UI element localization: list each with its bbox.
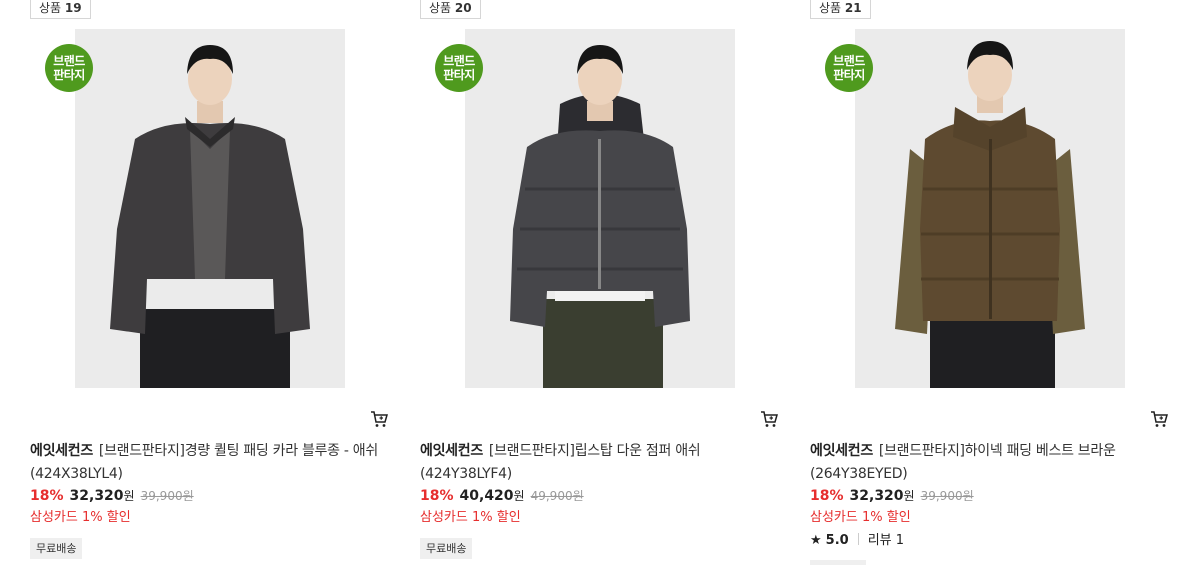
product-image[interactable] [75,29,345,388]
free-shipping-badge: 무료배송 [420,538,473,559]
star-icon: ★ [810,533,822,548]
original-currency: 원 [182,489,194,503]
original-price: 39,900 [140,489,183,503]
product-image[interactable] [465,29,735,388]
add-to-cart-button[interactable] [370,410,388,428]
discount-rate: 18% [420,488,454,504]
cart-icon [761,411,778,427]
card-promo: 삼성카드 1% 할인 [810,510,911,525]
product-title[interactable]: 에잇세컨즈 [브랜드판타지]경량 퀼팅 패딩 카라 블루종 - 애쉬 (424X3… [30,440,390,486]
sale-price: 40,420 [459,488,514,504]
original-currency: 원 [572,489,584,503]
currency: 원 [123,489,135,503]
rank-badge: 상품 19 [30,0,91,19]
free-shipping-badge: 무료배송 [30,538,83,559]
model-photo [465,29,735,388]
divider [857,533,859,545]
brand-name: 에잇세컨즈 [810,443,873,459]
product-title[interactable]: 에잇세컨즈 [브랜드판타지]립스탑 다운 점퍼 애쉬 (424Y38LYF4) [420,440,780,486]
discount-rate: 18% [810,488,844,504]
currency: 원 [903,489,915,503]
original-currency: 원 [962,489,974,503]
add-to-cart-button[interactable] [760,410,778,428]
add-to-cart-button[interactable] [1150,410,1168,428]
brand-fantasy-badge: 브랜드 판타지 [435,44,483,92]
sale-price: 32,320 [849,488,904,504]
original-price: 49,900 [530,489,573,503]
model-photo [855,29,1125,388]
model-photo [75,29,345,388]
card-promo: 삼성카드 1% 할인 [420,510,521,525]
brand-name: 에잇세컨즈 [30,443,93,459]
rating-score: 5.0 [825,533,849,548]
original-price: 39,900 [920,489,963,503]
badge-chip [810,560,866,565]
product-card[interactable]: 상품 20 브랜드 판타지 에잇세컨즈 [브랜드판타지]립스탑 다운 점퍼 애쉬… [420,0,780,565]
product-title[interactable]: 에잇세컨즈 [브랜드판타지]하이넥 패딩 베스트 브라운 (264Y38EYED) [810,440,1170,486]
card-promo: 삼성카드 1% 할인 [30,510,131,525]
rating: ★ 5.0 리뷰 1 [810,529,904,548]
cart-icon [371,411,388,427]
brand-fantasy-badge: 브랜드 판타지 [825,44,873,92]
price-row: 18% 40,420원 49,900원 [420,487,584,507]
rank-badge: 상품 21 [810,0,871,19]
discount-rate: 18% [30,488,64,504]
brand-name: 에잇세컨즈 [420,443,483,459]
cart-icon [1151,411,1168,427]
review-count[interactable]: 리뷰 1 [868,533,904,548]
currency: 원 [513,489,525,503]
price-row: 18% 32,320원 39,900원 [810,487,974,507]
product-card[interactable]: 상품 21 브랜드 판타지 에잇세컨즈 [브랜드판타지]하이넥 패딩 베스트 브… [810,0,1170,565]
brand-fantasy-badge: 브랜드 판타지 [45,44,93,92]
product-card[interactable]: 상품 19 브랜드 판타지 에잇세컨즈 [브랜드판타지]경량 퀼팅 패딩 카라 블루… [30,0,390,565]
sale-price: 32,320 [69,488,124,504]
price-row: 18% 32,320원 39,900원 [30,487,194,507]
product-image[interactable] [855,29,1125,388]
rank-badge: 상품 20 [420,0,481,19]
